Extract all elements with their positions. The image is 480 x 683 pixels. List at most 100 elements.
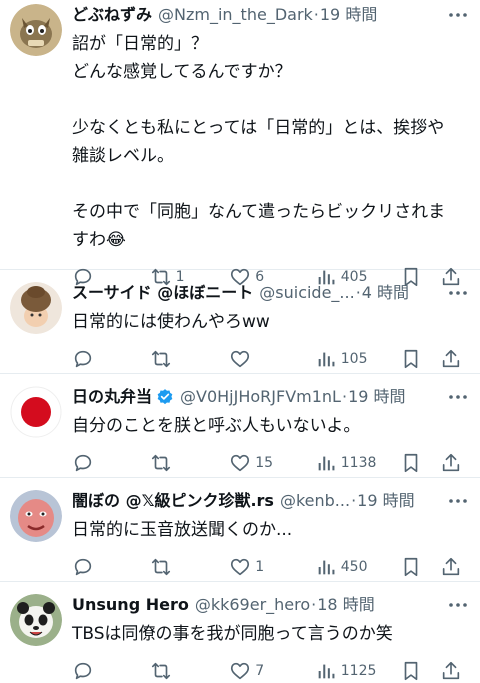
post-text-line: TBSは同僚の事を我が同胞って言うのか笑 — [72, 624, 393, 644]
views-icon — [318, 456, 335, 471]
reply-button[interactable] — [72, 348, 150, 370]
avatar-column — [10, 382, 72, 477]
reply-button[interactable] — [72, 556, 150, 578]
like-button[interactable]: 1 — [229, 556, 315, 578]
post-time[interactable]: 19 時間 — [320, 0, 377, 30]
post-content: 日の丸弁当 @V0HjJHoRJFVm1nL · 19 時間 自分のことを朕と呼… — [72, 382, 470, 477]
avatar[interactable] — [10, 490, 62, 542]
post[interactable]: スーサイド @ほぼニート @suicide_... · 4 時間 日常的には使わ… — [0, 270, 480, 374]
post[interactable]: 日の丸弁当 @V0HjJHoRJFVm1nL · 19 時間 自分のことを朕と呼… — [0, 374, 480, 478]
avatar-column — [10, 278, 72, 373]
avatar[interactable] — [10, 282, 62, 334]
bookmark-icon — [405, 557, 418, 577]
post-text: 自分のことを朕と呼ぶ人もいないよ。 — [72, 412, 464, 440]
author-handle[interactable]: @Nzm_in_the_Dark — [158, 0, 313, 30]
share-button[interactable] — [440, 348, 464, 370]
post-header: 闇ぼの @𝕏級ピンク珍獣.rs @kenb... · 19 時間 — [72, 486, 464, 516]
views-icon — [318, 352, 335, 367]
bookmark-icon — [405, 349, 418, 369]
views-button[interactable]: 1138 — [315, 452, 401, 474]
post-time[interactable]: 19 時間 — [348, 382, 405, 412]
separator: · — [341, 387, 348, 406]
share-icon — [442, 661, 460, 680]
post-text-line: すわ😂 — [72, 230, 126, 250]
post-content: 闇ぼの @𝕏級ピンク珍獣.rs @kenb... · 19 時間 日常的に玉音放… — [72, 486, 470, 581]
separator: · — [311, 595, 317, 614]
heart-icon — [231, 558, 250, 576]
post-header: どぶねずみ @Nzm_in_the_Dark · 19 時間 — [72, 0, 464, 30]
post[interactable]: Unsung Hero @kk69er_hero · 18 時間 TBSは同僚の… — [0, 582, 480, 683]
reply-button[interactable] — [72, 452, 150, 474]
post-time[interactable]: 19 時間 — [357, 486, 414, 516]
author-name[interactable]: スーサイド @ほぼニート — [72, 278, 253, 308]
retweet-button[interactable] — [150, 348, 230, 370]
post[interactable]: どぶねずみ @Nzm_in_the_Dark · 19 時間 詔が「日常的」？ … — [0, 0, 480, 287]
post-text-line: 自分のことを朕と呼ぶ人もいないよ。 — [72, 416, 361, 436]
author-name[interactable]: Unsung Hero — [72, 590, 189, 620]
author-handle[interactable]: @V0HjJHoRJFVm1nL — [180, 382, 341, 412]
retweet-icon — [151, 558, 170, 576]
view-count: 105 — [340, 351, 368, 367]
heart-icon — [231, 662, 250, 680]
more-options-icon[interactable] — [446, 0, 470, 30]
author-handle[interactable]: @suicide_... — [259, 278, 354, 308]
like-count: 1 — [255, 559, 265, 575]
more-options-icon[interactable] — [446, 486, 470, 516]
separator: · — [313, 5, 319, 24]
post-text: 詔が「日常的」？ どんな感覚してるんですか？ 少なくとも私にとっては「日常的」と… — [72, 30, 464, 254]
reply-icon — [74, 454, 92, 472]
views-icon — [318, 664, 335, 679]
post-text-line: 日常的に玉音放送聞くのか... — [72, 520, 293, 540]
reply-icon — [74, 662, 92, 680]
avatar-column — [10, 486, 72, 581]
bookmark-icon — [405, 453, 418, 473]
views-button[interactable]: 105 — [315, 348, 401, 370]
more-options-icon[interactable] — [446, 382, 470, 412]
post-text-line: 少なくとも私にとっては「日常的」とは、挨拶や — [72, 118, 445, 138]
bookmark-button[interactable] — [400, 556, 440, 578]
avatar[interactable] — [10, 594, 62, 646]
views-icon — [318, 560, 335, 575]
views-button[interactable]: 1125 — [315, 660, 401, 682]
like-button[interactable] — [229, 348, 315, 370]
like-button[interactable]: 15 — [229, 452, 315, 474]
author-name[interactable]: 日の丸弁当 — [72, 382, 152, 412]
author-name[interactable]: 闇ぼの @𝕏級ピンク珍獣.rs — [72, 486, 274, 516]
more-options-icon[interactable] — [446, 590, 470, 620]
separator: · — [351, 491, 357, 510]
share-button[interactable] — [440, 556, 464, 578]
bookmark-button[interactable] — [400, 660, 440, 682]
avatar-column — [10, 0, 72, 269]
author-name[interactable]: どぶねずみ — [72, 0, 152, 30]
reply-button[interactable] — [72, 660, 150, 682]
views-button[interactable]: 450 — [315, 556, 401, 578]
post[interactable]: 闇ぼの @𝕏級ピンク珍獣.rs @kenb... · 19 時間 日常的に玉音放… — [0, 478, 480, 582]
author-handle[interactable]: @kenb... — [280, 486, 350, 516]
more-options-icon[interactable] — [446, 278, 470, 308]
author-handle[interactable]: @kk69er_hero — [195, 590, 310, 620]
bookmark-button[interactable] — [400, 452, 440, 474]
heart-icon — [231, 454, 250, 472]
like-count: 7 — [255, 663, 265, 679]
post-text: 日常的に玉音放送聞くのか... — [72, 516, 464, 544]
share-icon — [442, 453, 460, 472]
post-text-line: どんな感覚してるんですか？ — [72, 62, 292, 82]
share-button[interactable] — [440, 452, 464, 474]
post-time[interactable]: 18 時間 — [317, 590, 374, 620]
post-time[interactable]: 4 時間 — [362, 278, 409, 308]
post-text-line — [72, 170, 464, 198]
retweet-button[interactable] — [150, 452, 230, 474]
like-button[interactable]: 7 — [229, 660, 315, 682]
verified-badge-icon[interactable] — [156, 388, 174, 406]
separator: · — [355, 283, 361, 302]
share-button[interactable] — [440, 660, 464, 682]
retweet-button[interactable] — [150, 660, 230, 682]
reply-feed: どぶねずみ @Nzm_in_the_Dark · 19 時間 詔が「日常的」？ … — [0, 0, 480, 683]
post-header: 日の丸弁当 @V0HjJHoRJFVm1nL · 19 時間 — [72, 382, 464, 412]
retweet-button[interactable] — [150, 556, 230, 578]
avatar[interactable] — [10, 386, 62, 438]
post-text-line: その中で「同胞」なんて遣ったらビックリされま — [72, 202, 446, 222]
post-text: TBSは同僚の事を我が同胞って言うのか笑 — [72, 620, 464, 648]
bookmark-button[interactable] — [400, 348, 440, 370]
avatar[interactable] — [10, 4, 62, 56]
